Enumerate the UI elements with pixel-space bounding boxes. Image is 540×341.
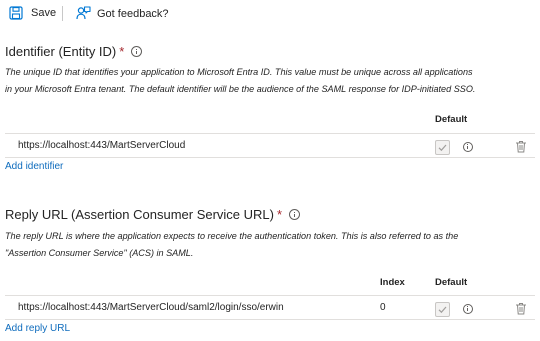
trash-icon[interactable] <box>515 302 527 315</box>
identifier-url-value[interactable]: https://localhost:443/MartServerCloud <box>18 140 185 151</box>
checkmark-icon <box>438 144 447 152</box>
feedback-person-icon <box>76 6 91 20</box>
info-icon[interactable] <box>463 142 473 152</box>
table-divider <box>5 157 535 158</box>
reply-url-title: Reply URL (Assertion Consumer Service UR… <box>5 207 274 222</box>
info-icon[interactable] <box>463 304 473 314</box>
add-identifier-link[interactable]: Add identifier <box>5 161 63 172</box>
reply-url-value[interactable]: https://localhost:443/MartServerCloud/sa… <box>18 302 284 313</box>
identifier-title: Identifier (Entity ID) <box>5 44 117 59</box>
table-divider <box>5 133 535 134</box>
reply-url-description: The reply URL is where the application e… <box>5 228 535 262</box>
default-checkbox[interactable] <box>435 302 450 317</box>
reply-description-line: "Assertion Consumer Service" (ACS) in SA… <box>5 248 194 258</box>
default-checkbox[interactable] <box>435 140 450 155</box>
default-column-header: Default <box>435 114 468 125</box>
checkmark-icon <box>438 306 447 314</box>
required-marker: * <box>119 44 125 59</box>
feedback-button[interactable]: Got feedback? <box>76 6 169 21</box>
toolbar-divider <box>62 6 63 21</box>
add-reply-url-link[interactable]: Add reply URL <box>5 323 70 334</box>
required-marker: * <box>277 207 283 222</box>
save-label: Save <box>31 7 57 19</box>
identifier-description-line: in your Microsoft Entra tenant. The defa… <box>5 84 476 94</box>
command-bar: Save Got feedback? <box>0 0 540 28</box>
reply-url-heading: Reply URL (Assertion Consumer Service UR… <box>5 207 301 222</box>
table-divider <box>5 319 535 320</box>
identifier-description: The unique ID that identifies your appli… <box>5 64 535 98</box>
reply-description-line: The reply URL is where the application e… <box>5 231 459 241</box>
reply-url-index-value[interactable]: 0 <box>380 302 386 313</box>
trash-icon[interactable] <box>515 140 527 153</box>
default-column-header: Default <box>435 277 468 288</box>
identifier-heading: Identifier (Entity ID) * <box>5 44 143 59</box>
info-icon[interactable] <box>289 209 301 220</box>
save-button[interactable]: Save <box>9 6 56 20</box>
identifier-description-line: The unique ID that identifies your appli… <box>5 67 473 77</box>
info-icon[interactable] <box>131 46 143 57</box>
index-column-header: Index <box>380 277 405 288</box>
table-divider <box>5 295 535 296</box>
save-icon <box>9 6 23 20</box>
feedback-label: Got feedback? <box>97 7 169 20</box>
